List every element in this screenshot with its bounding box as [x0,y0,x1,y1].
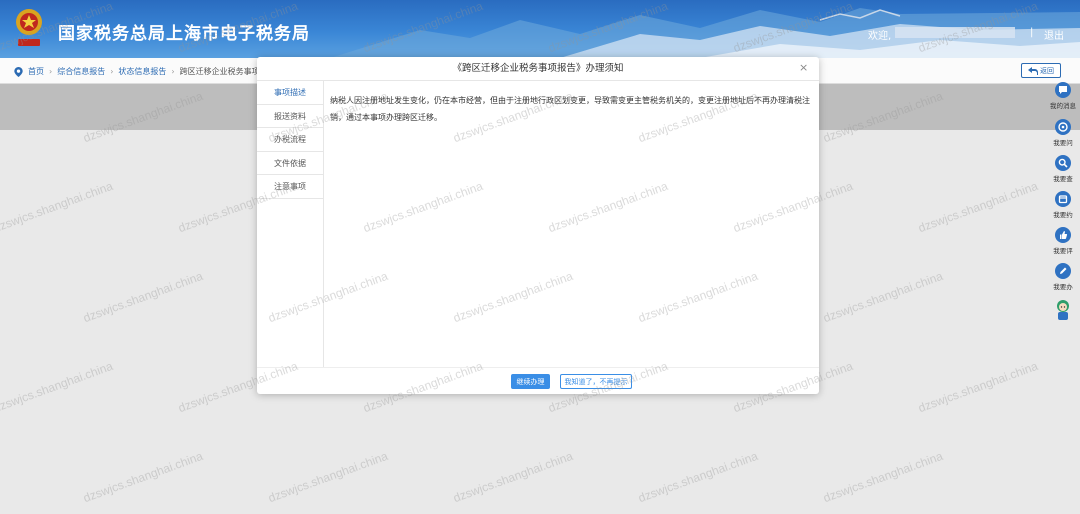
tool-handle[interactable]: 我要办 [1048,263,1078,291]
breadcrumb-item-current: 跨区迁移企业税务事项 [179,67,260,76]
pen-icon [1055,263,1071,279]
back-button[interactable]: 返回 [1021,63,1061,78]
breadcrumb-item-status[interactable]: 状态信息报告 [118,66,166,77]
tab-materials[interactable]: 报送资料 [257,105,323,128]
site-title: 国家税务总局上海市电子税务局 [58,24,310,44]
tool-appointment[interactable]: 我要约 [1048,191,1078,219]
description-text: 纳税人因注册地址发生变化，仍在本市经营，但由于注册地行政区划变更，导致需变更主管… [330,96,810,122]
chat-icon [1055,82,1071,98]
mascot-icon [1057,300,1069,320]
tool-label: 我要评 [1053,247,1073,255]
notice-dialog: 《跨区迁移企业税务事项报告》办理须知 × 事项描述 报送资料 办税流程 文件依据… [257,57,819,394]
tool-label: 我要查 [1053,175,1073,183]
breadcrumb: 首页 › 综合信息报告 › 状态信息报告 › 跨区迁移企业税务事项 [14,66,260,77]
thumb-icon [1055,227,1071,243]
mascot-assistant[interactable] [1048,298,1078,322]
location-pin-icon [14,66,23,77]
continue-button[interactable]: 继续办理 [511,374,550,389]
search-icon [1055,155,1071,171]
header-separator: | [1030,27,1034,38]
chevron-right-icon: › [171,67,175,76]
chevron-right-icon: › [49,67,53,76]
close-icon[interactable]: × [799,62,809,73]
dialog-title: 《跨区迁移企业税务事项报告》办理须知 [257,57,819,81]
back-button-label: 返回 [1040,66,1054,75]
welcome-text: 欢迎, [868,31,892,42]
tool-my-messages[interactable]: 我的消息 [1048,82,1078,110]
site-header: 国家税务总局上海市电子税务局 欢迎, | 退出 [0,0,1080,58]
back-arrow-icon [1028,66,1038,75]
tool-search[interactable]: 我要查 [1048,155,1078,183]
calendar-icon [1055,191,1071,207]
tab-process[interactable]: 办税流程 [257,128,323,152]
username-masked [895,27,1015,38]
dismiss-button[interactable]: 我知道了，不再提示 [560,374,632,389]
logout-link[interactable]: 退出 [1044,27,1064,42]
tool-label: 我要办 [1053,283,1073,291]
tool-label: 我的消息 [1050,102,1076,110]
tool-ask[interactable]: 我要问 [1048,119,1078,147]
tab-legal-basis[interactable]: 文件依据 [257,152,323,175]
dialog-footer: 继续办理 我知道了，不再提示 [257,367,819,394]
tab-description[interactable]: 事项描述 [257,81,323,105]
tool-label: 我要约 [1053,211,1073,219]
tool-label: 我要问 [1053,139,1073,147]
tool-review[interactable]: 我要评 [1048,227,1078,255]
breadcrumb-item-home[interactable]: 首页 [28,66,44,77]
question-icon [1055,119,1071,135]
breadcrumb-item-general[interactable]: 综合信息报告 [57,66,105,77]
tax-emblem-icon [16,9,42,46]
dialog-tabs: 事项描述 报送资料 办税流程 文件依据 注意事项 [257,81,324,367]
chevron-right-icon: › [110,67,114,76]
tab-notes[interactable]: 注意事项 [257,175,323,199]
